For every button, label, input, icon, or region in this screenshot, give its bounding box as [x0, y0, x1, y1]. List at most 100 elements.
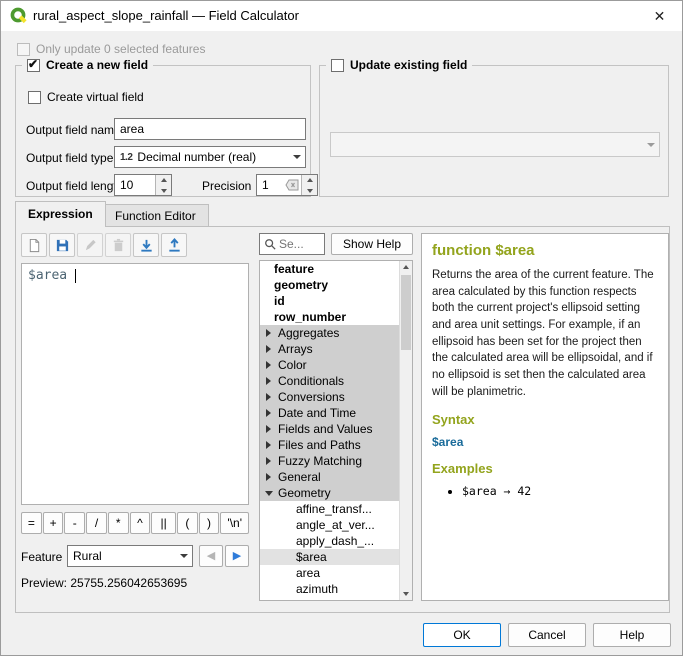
clear-value-icon[interactable]	[285, 179, 299, 191]
function-item-area[interactable]: area	[260, 565, 412, 581]
length-value: 10	[120, 175, 133, 195]
op-newline-button[interactable]: '\n'	[220, 512, 249, 534]
export-expressions-button[interactable]	[161, 233, 187, 257]
title-bar: rural_aspect_slope_rainfall — Field Calc…	[1, 1, 682, 31]
function-group-files-and-paths[interactable]: Files and Paths	[260, 437, 412, 453]
function-item-boundary[interactable]: boundary	[260, 597, 412, 601]
precision-value: 1	[262, 175, 269, 195]
scroll-up-icon[interactable]	[400, 261, 412, 274]
function-group-aggregates[interactable]: Aggregates	[260, 325, 412, 341]
function-item-angle-at-vertex[interactable]: angle_at_ver...	[260, 517, 412, 533]
spin-down-icon[interactable]	[302, 185, 317, 195]
spin-up-icon[interactable]	[156, 175, 171, 185]
function-item-azimuth[interactable]: azimuth	[260, 581, 412, 597]
feature-value: Rural	[73, 549, 102, 563]
create-virtual-field-label: Create virtual field	[47, 90, 144, 104]
edit-expression-button	[77, 233, 103, 257]
tab-expression[interactable]: Expression	[15, 201, 106, 227]
help-button[interactable]: Help	[593, 623, 671, 647]
op-multiply-button[interactable]: *	[108, 512, 129, 534]
function-group-arrays[interactable]: Arrays	[260, 341, 412, 357]
function-item-geometry[interactable]: geometry	[260, 277, 412, 293]
op-plus-button[interactable]: +	[43, 512, 64, 534]
preview-value: 25755.256042653695	[70, 576, 187, 590]
tab-function-editor-label: Function Editor	[115, 209, 196, 223]
function-group-fields-and-values[interactable]: Fields and Values	[260, 421, 412, 437]
function-item-area-variable[interactable]: $area	[260, 549, 412, 565]
trash-icon	[111, 238, 126, 253]
precision-spinner[interactable]: 1	[256, 174, 318, 196]
create-new-field-label: Create a new field	[46, 58, 148, 72]
existing-field-combo	[330, 132, 660, 157]
spinner-arrows[interactable]	[301, 175, 317, 195]
function-item-row-number[interactable]: row_number	[260, 309, 412, 325]
feature-label: Feature	[21, 550, 62, 564]
output-field-type-label: Output field type	[26, 151, 113, 165]
function-item-feature[interactable]: feature	[260, 261, 412, 277]
output-field-length-spinner[interactable]: 10	[114, 174, 172, 196]
function-group-fuzzy-matching[interactable]: Fuzzy Matching	[260, 453, 412, 469]
spin-up-icon[interactable]	[302, 175, 317, 185]
op-power-button[interactable]: ^	[130, 512, 151, 534]
expression-editor[interactable]: $area	[21, 263, 249, 505]
help-title: function $area	[432, 242, 658, 259]
import-expressions-button[interactable]	[133, 233, 159, 257]
chevron-down-icon	[175, 546, 192, 566]
function-item-affine-transform[interactable]: affine_transf...	[260, 501, 412, 517]
output-field-length-label: Output field length	[26, 179, 123, 193]
output-field-name-input[interactable]	[114, 118, 306, 140]
cancel-button[interactable]: Cancel	[508, 623, 586, 647]
op-divide-button[interactable]: /	[86, 512, 107, 534]
output-field-type-value: Decimal number (real)	[137, 150, 256, 164]
import-arrow-icon	[139, 238, 154, 253]
help-examples-heading: Examples	[432, 461, 658, 476]
op-close-paren-button[interactable]: )	[199, 512, 220, 534]
search-input[interactable]	[279, 237, 317, 251]
op-minus-button[interactable]: -	[64, 512, 85, 534]
spin-down-icon[interactable]	[156, 185, 171, 195]
only-update-checkbox[interactable]: Only update 0 selected features	[17, 42, 205, 56]
chevron-down-icon	[288, 147, 305, 167]
op-concat-button[interactable]: ||	[151, 512, 176, 534]
qgis-logo-icon	[10, 7, 28, 25]
create-new-field-group: Create a new field Create virtual field …	[15, 65, 311, 197]
function-group-conversions[interactable]: Conversions	[260, 389, 412, 405]
function-item-id[interactable]: id	[260, 293, 412, 309]
help-example-item: $area → 42	[462, 484, 658, 498]
save-icon	[55, 238, 70, 253]
scroll-down-icon[interactable]	[400, 587, 412, 600]
preview-row: Preview: 25755.256042653695	[21, 576, 187, 590]
next-feature-button[interactable]: ▶	[225, 545, 249, 567]
close-icon[interactable]: ✕	[637, 1, 682, 31]
op-equal-button[interactable]: =	[21, 512, 42, 534]
update-existing-field-group: Update existing field	[319, 65, 669, 197]
tab-expression-label: Expression	[28, 207, 93, 221]
function-search[interactable]	[259, 233, 325, 255]
ok-button[interactable]: OK	[423, 623, 501, 647]
field-calculator-dialog: rural_aspect_slope_rainfall — Field Calc…	[0, 0, 683, 656]
function-item-apply-dash-pattern[interactable]: apply_dash_...	[260, 533, 412, 549]
scrollbar-thumb[interactable]	[401, 275, 411, 350]
previous-feature-button: ◀	[199, 545, 223, 567]
save-expression-button[interactable]	[49, 233, 75, 257]
update-existing-field-checkbox[interactable]: Update existing field	[326, 58, 472, 72]
function-group-date-and-time[interactable]: Date and Time	[260, 405, 412, 421]
window-title: rural_aspect_slope_rainfall — Field Calc…	[33, 1, 299, 31]
function-list-scrollbar[interactable]	[399, 261, 412, 600]
new-expression-button[interactable]	[21, 233, 47, 257]
precision-label: Precision	[202, 179, 251, 193]
op-open-paren-button[interactable]: (	[177, 512, 198, 534]
output-field-type-combo[interactable]: 1.2 Decimal number (real)	[114, 146, 306, 168]
function-group-general[interactable]: General	[260, 469, 412, 485]
checkbox-icon	[331, 59, 344, 72]
spinner-arrows[interactable]	[155, 175, 171, 195]
function-group-geometry[interactable]: Geometry	[260, 485, 412, 501]
function-group-conditionals[interactable]: Conditionals	[260, 373, 412, 389]
create-new-field-checkbox[interactable]: Create a new field	[22, 58, 153, 72]
checkbox-checked-icon	[27, 59, 40, 72]
create-virtual-field-checkbox[interactable]: Create virtual field	[28, 90, 144, 104]
function-group-color[interactable]: Color	[260, 357, 412, 373]
feature-combo[interactable]: Rural	[67, 545, 193, 567]
show-help-button[interactable]: Show Help	[331, 233, 413, 255]
tab-function-editor[interactable]: Function Editor	[102, 204, 209, 226]
